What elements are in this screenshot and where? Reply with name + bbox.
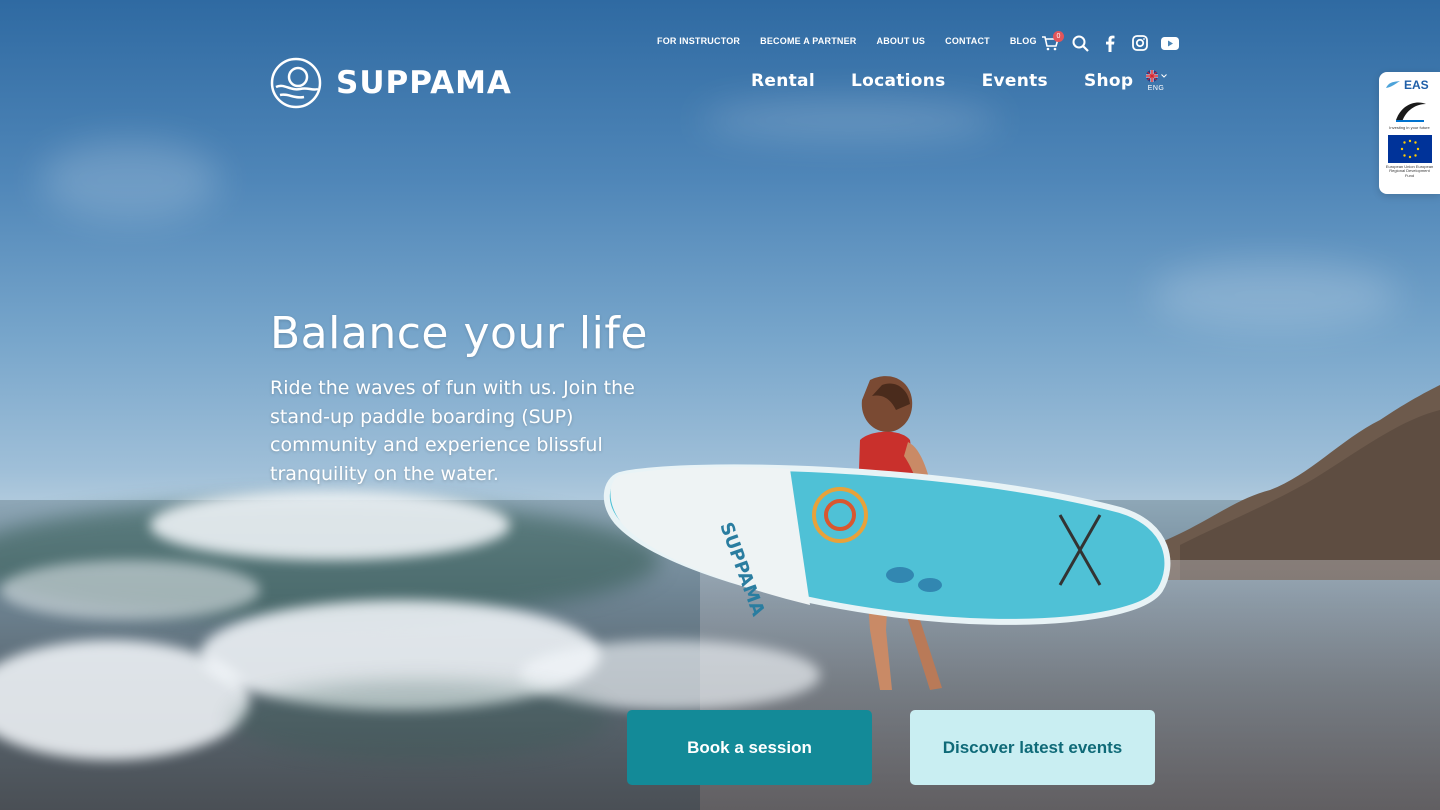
cloud: [40, 140, 220, 220]
hero-background: SUPPAMA: [0, 0, 1440, 810]
hero-title: Balance your life: [270, 308, 648, 359]
wave: [230, 680, 610, 760]
instagram-icon[interactable]: [1130, 33, 1150, 53]
facebook-icon[interactable]: [1100, 33, 1120, 53]
cliff: [1140, 385, 1440, 580]
nav-blog[interactable]: BLOG: [1010, 36, 1037, 46]
nav-become-partner[interactable]: BECOME A PARTNER: [760, 36, 856, 46]
investing-text: Investing in your future: [1389, 125, 1430, 130]
uk-flag-icon: [1146, 70, 1158, 82]
eu-funding-panel[interactable]: EAS Investing in your future European Un…: [1379, 72, 1440, 194]
nav-for-instructor[interactable]: FOR INSTRUCTOR: [657, 36, 740, 46]
youtube-icon[interactable]: [1160, 33, 1180, 53]
book-session-button[interactable]: Book a session: [627, 710, 872, 785]
eas-label: EAS: [1404, 78, 1429, 92]
estonia-investing-icon: [1395, 102, 1426, 122]
search-icon[interactable]: [1070, 33, 1090, 53]
logo[interactable]: SUPPAMA: [270, 57, 512, 109]
nav-about-us[interactable]: ABOUT US: [877, 36, 926, 46]
site-header: SUPPAMA FOR INSTRUCTOR BECOME A PARTNER …: [0, 0, 1440, 120]
language-switcher[interactable]: ENG: [1145, 70, 1167, 92]
nav-events[interactable]: Events: [982, 71, 1048, 91]
cloud: [1150, 260, 1400, 330]
header-icons: 0: [1040, 31, 1180, 53]
cart-count-badge: 0: [1053, 31, 1064, 42]
hero-subtitle: Ride the waves of fun with us. Join the …: [270, 377, 635, 485]
main-nav: Rental Locations Events Shop: [751, 71, 1169, 91]
paddle-board: SUPPAMA: [603, 464, 1171, 625]
eu-fund-text: European Union European Regional Develop…: [1385, 163, 1434, 178]
eas-logo: EAS: [1385, 78, 1434, 92]
cart-icon[interactable]: 0: [1040, 31, 1064, 53]
chevron-down-icon: [1161, 74, 1167, 78]
discover-events-button[interactable]: Discover latest events: [910, 710, 1155, 785]
nav-locations[interactable]: Locations: [851, 71, 946, 91]
eas-mark-icon: [1386, 81, 1400, 88]
logo-mark-icon: [270, 57, 322, 109]
nav-rental[interactable]: Rental: [751, 71, 815, 91]
brand-name: SUPPAMA: [336, 65, 512, 101]
foam: [150, 490, 510, 560]
foam: [0, 560, 260, 620]
language-code: ENG: [1147, 85, 1165, 92]
nav-contact[interactable]: CONTACT: [945, 36, 990, 46]
secondary-nav: FOR INSTRUCTOR BECOME A PARTNER ABOUT US…: [657, 36, 1057, 46]
nav-shop[interactable]: Shop: [1084, 71, 1133, 91]
eu-flag-icon: [1387, 134, 1432, 163]
